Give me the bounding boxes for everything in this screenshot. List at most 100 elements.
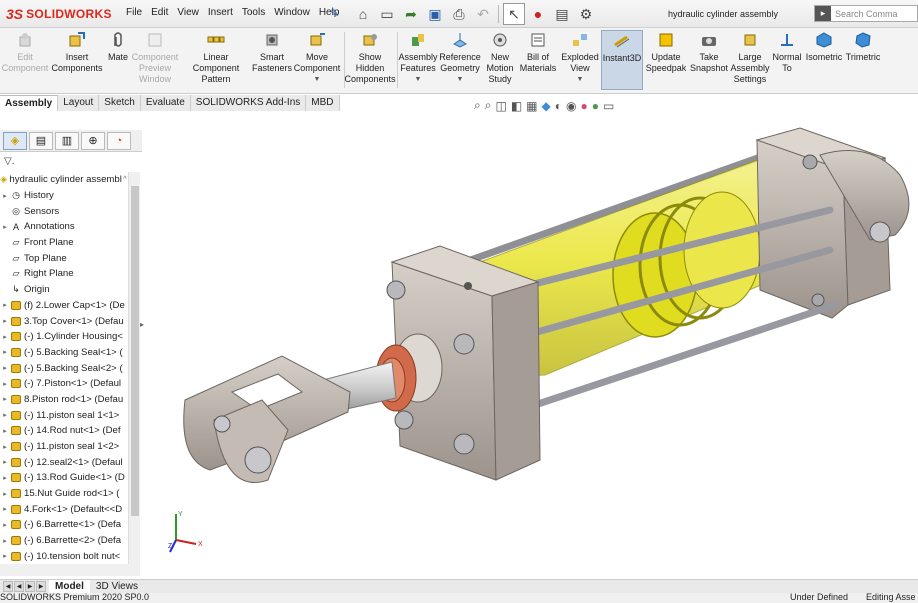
tree-item[interactable]: ▱ Right Plane bbox=[0, 266, 128, 282]
expand-arrow-icon[interactable]: ▸ bbox=[0, 395, 10, 403]
tension-bolt-nut[interactable] bbox=[386, 280, 406, 300]
tree-item[interactable]: ▸ ◷ History bbox=[0, 188, 128, 204]
tab-evaluate[interactable]: Evaluate bbox=[140, 95, 191, 111]
tree-item[interactable]: ▸ (-) 5.Backing Seal<1> ( bbox=[0, 345, 128, 361]
expand-arrow-icon[interactable]: ▸ bbox=[0, 521, 10, 529]
edit-appearance-icon[interactable]: ● bbox=[580, 99, 587, 113]
component-preview-window-button[interactable]: Component Preview Window bbox=[132, 30, 178, 90]
dropdown-arrow-icon[interactable]: ▼ bbox=[577, 74, 584, 85]
view-settings-icon[interactable]: ▭ bbox=[603, 99, 614, 113]
expand-arrow-icon[interactable]: ▸ bbox=[0, 348, 10, 356]
tab-3d-views[interactable]: 3D Views bbox=[90, 580, 144, 594]
tree-item[interactable]: ◎ Sensors bbox=[0, 203, 128, 219]
dropdown-arrow-icon[interactable]: ▼ bbox=[314, 74, 321, 85]
graphics-viewport[interactable] bbox=[150, 112, 918, 578]
tree-horizontal-scrollbar[interactable] bbox=[0, 564, 140, 576]
tree-item[interactable]: ▸ A Annotations bbox=[0, 219, 128, 235]
menu-view[interactable]: View bbox=[177, 7, 199, 18]
apply-scene-icon[interactable]: ● bbox=[592, 99, 599, 113]
first-tab-arrow-icon[interactable]: ◀ bbox=[3, 581, 13, 592]
tension-bolt-nut[interactable] bbox=[394, 410, 414, 430]
dropdown-arrow-icon[interactable]: ▼ bbox=[415, 74, 422, 85]
panel-splitter-handle[interactable]: ▸ bbox=[140, 320, 150, 342]
tree-item[interactable]: ▱ Top Plane bbox=[0, 250, 128, 266]
tree-item[interactable]: ▸ (-) 7.Piston<1> (Defaul bbox=[0, 376, 128, 392]
tree-item[interactable]: ▸ 15.Nut Guide rod<1> ( bbox=[0, 486, 128, 502]
tree-item[interactable]: ▸ (-) 13.Rod Guide<1> (D bbox=[0, 470, 128, 486]
tab-model[interactable]: Model bbox=[49, 580, 90, 594]
section-view-icon[interactable]: ◧ bbox=[511, 99, 522, 113]
tree-item[interactable]: ▸ (f) 2.Lower Cap<1> (De bbox=[0, 298, 128, 314]
edit-component-button[interactable]: Edit Component bbox=[2, 30, 48, 90]
expand-arrow-icon[interactable]: ▸ bbox=[0, 427, 10, 435]
tree-item[interactable]: ▸ 4.Fork<1> (Default<<D bbox=[0, 501, 128, 517]
menu-insert[interactable]: Insert bbox=[208, 7, 233, 18]
save-icon[interactable]: ▣ bbox=[424, 3, 446, 25]
previous-view-icon[interactable]: ◫ bbox=[495, 99, 506, 113]
tension-bolt-nut[interactable] bbox=[453, 333, 475, 355]
search-commands-field[interactable]: ▸ Search Comma bbox=[814, 5, 918, 22]
tree-item[interactable]: ↳ Origin bbox=[0, 282, 128, 298]
expand-arrow-icon[interactable]: ▸ bbox=[0, 411, 10, 419]
update-speedpak-button[interactable]: Update Speedpak bbox=[645, 30, 687, 90]
tree-item[interactable]: ▱ Front Plane bbox=[0, 235, 128, 251]
solidworks-logo[interactable]: 3S SOLIDWORKS bbox=[6, 4, 112, 24]
file-properties-icon[interactable]: ▤ bbox=[551, 3, 573, 25]
insert-components-button[interactable]: Insert Components bbox=[50, 30, 104, 90]
tree-filter-icon[interactable]: ▽. bbox=[4, 156, 14, 167]
mate-button[interactable]: Mate bbox=[104, 30, 132, 90]
bill-of-materials-button[interactable]: Bill of Materials bbox=[518, 30, 558, 90]
exploded-view-button[interactable]: Exploded View ▼ bbox=[560, 30, 600, 90]
select-cursor-icon[interactable]: ↖ bbox=[503, 3, 525, 25]
menu-window[interactable]: Window bbox=[274, 7, 310, 18]
menu-file[interactable]: File bbox=[126, 7, 142, 18]
tree-item[interactable]: ▸ (-) 1.Cylinder Housing< bbox=[0, 329, 128, 345]
normal-to-button[interactable]: Normal To bbox=[771, 30, 803, 90]
hide-show-items-icon[interactable]: ◉ bbox=[566, 99, 576, 113]
scrollbar-thumb[interactable] bbox=[131, 186, 139, 516]
tree-item[interactable]: ▸ (-) 5.Backing Seal<2> ( bbox=[0, 360, 128, 376]
pin-icon[interactable]: ✎ bbox=[330, 7, 339, 20]
instant3d-button[interactable]: Instant3D bbox=[601, 30, 643, 90]
expand-arrow-icon[interactable]: ▸ bbox=[0, 380, 10, 388]
tree-vertical-scrollbar[interactable] bbox=[128, 172, 140, 564]
view-orientation-icon[interactable]: ◆ bbox=[542, 99, 551, 113]
property-manager-tab-icon[interactable]: ▤ bbox=[29, 131, 53, 150]
prev-tab-arrow-icon[interactable]: ◀ bbox=[14, 581, 24, 592]
expand-arrow-icon[interactable]: ▸ bbox=[0, 317, 10, 325]
expand-arrow-icon[interactable]: ▸ bbox=[0, 333, 10, 341]
tree-item[interactable]: ▸ (-) 14.Rod nut<1> (Def bbox=[0, 423, 128, 439]
reference-geometry-button[interactable]: Reference Geometry ▼ bbox=[438, 30, 482, 90]
expand-arrow-icon[interactable]: ▸ bbox=[0, 490, 10, 498]
options-gear-icon[interactable]: ⚙ bbox=[575, 3, 597, 25]
tree-item[interactable]: ▸ 8.Piston rod<1> (Defau bbox=[0, 392, 128, 408]
expand-arrow-icon[interactable]: ▸ bbox=[0, 223, 10, 231]
expand-arrow-icon[interactable]: ▸ bbox=[0, 537, 10, 545]
traffic-light-icon[interactable]: ● bbox=[527, 3, 549, 25]
dynamic-annotation-icon[interactable]: ▦ bbox=[526, 99, 537, 113]
expand-arrow-icon[interactable]: ▸ bbox=[0, 301, 10, 309]
dimxpert-tab-icon[interactable]: ⊕ bbox=[81, 131, 105, 150]
tree-item[interactable]: ▸ 3.Top Cover<1> (Defau bbox=[0, 313, 128, 329]
tree-root-assembly[interactable]: ◈ hydraulic cylinder assembl ^ bbox=[0, 172, 128, 188]
new-document-icon[interactable]: ▭ bbox=[376, 3, 398, 25]
zoom-to-area-icon[interactable]: ⌕ bbox=[485, 98, 492, 113]
open-folder-icon[interactable]: ➦ bbox=[400, 3, 422, 25]
display-style-icon[interactable]: ◐ bbox=[555, 99, 562, 113]
configuration-manager-tab-icon[interactable]: ▥ bbox=[55, 131, 79, 150]
undo-icon[interactable]: ↶ bbox=[472, 3, 494, 25]
tab-mbd[interactable]: MBD bbox=[306, 95, 340, 111]
tree-item[interactable]: ▸ (-) 11.piston seal 1<1> bbox=[0, 407, 128, 423]
tree-item[interactable]: ▸ (-) 12.seal2<1> (Defaul bbox=[0, 454, 128, 470]
expand-arrow-icon[interactable]: ▸ bbox=[0, 443, 10, 451]
print-icon[interactable]: ⎙ bbox=[448, 3, 470, 25]
tab-layout[interactable]: Layout bbox=[58, 95, 100, 111]
display-manager-tab-icon[interactable]: ◔ bbox=[107, 131, 131, 150]
tree-item[interactable]: ▸ (-) 10.tension bolt nut< bbox=[0, 549, 128, 565]
menu-tools[interactable]: Tools bbox=[242, 7, 265, 18]
trimetric-button[interactable]: Trimetric bbox=[845, 30, 881, 90]
piston[interactable] bbox=[612, 212, 698, 338]
expand-arrow-icon[interactable]: ▸ bbox=[0, 192, 10, 200]
isometric-button[interactable]: Isometric bbox=[805, 30, 843, 90]
last-tab-arrow-icon[interactable]: ▶ bbox=[36, 581, 46, 592]
